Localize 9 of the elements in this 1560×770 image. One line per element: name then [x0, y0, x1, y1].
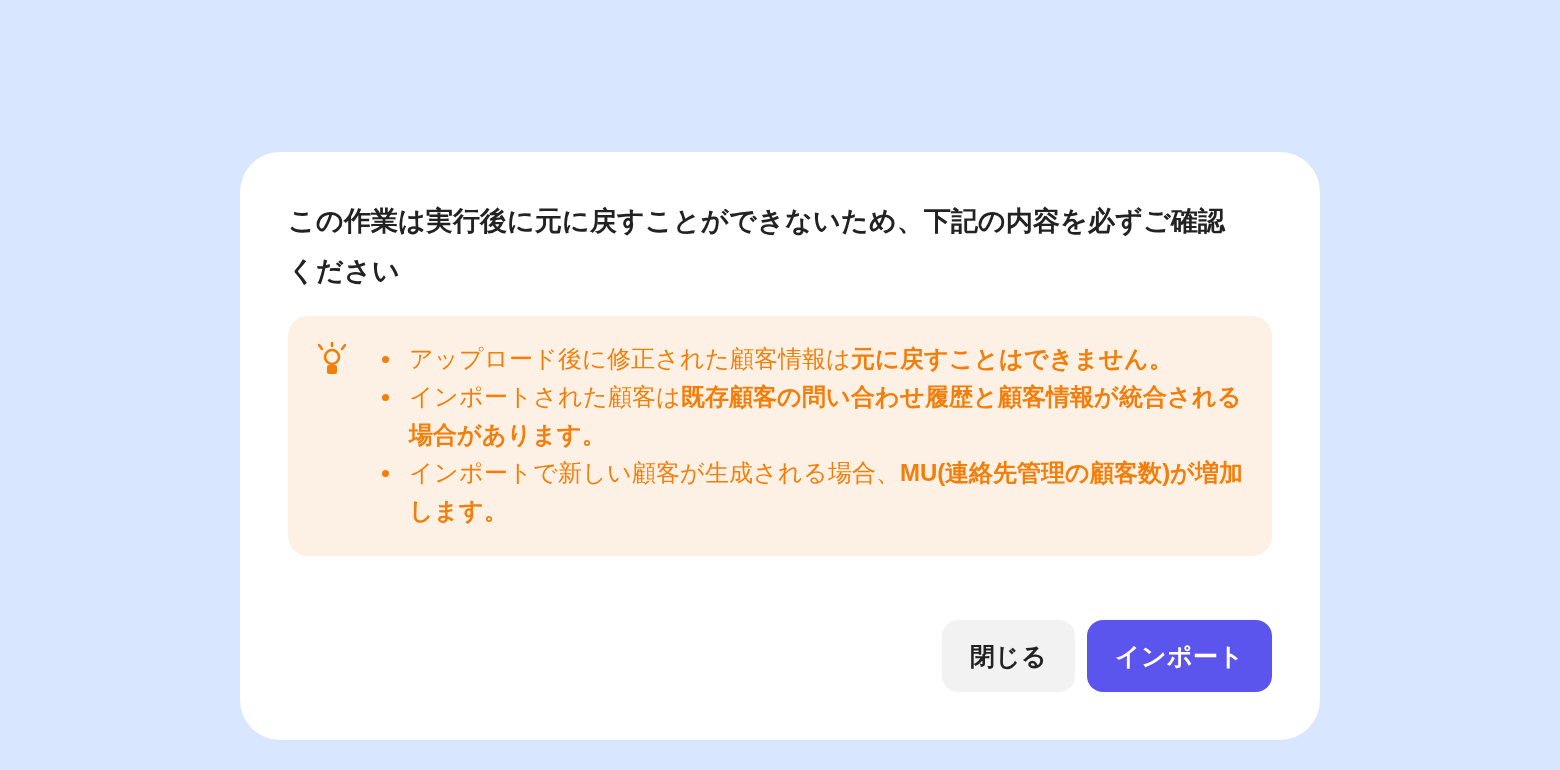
bullet-dot — [382, 356, 389, 363]
dialog-title: この作業は実行後に元に戻すことができないため、下記の内容を必ずご確認ください — [288, 205, 1227, 288]
bullet-dot — [382, 470, 389, 477]
notice-text: インポートで新しい顧客が生成される場合、MU(連絡先管理の顧客数)が増加します。 — [409, 458, 1245, 526]
import-button[interactable]: インポート — [1087, 620, 1272, 692]
notice-text: アップロード後に修正された顧客情報は元に戻すことはできません。 — [409, 344, 1173, 374]
close-button[interactable]: 閉じる — [942, 620, 1075, 692]
bullet-dot — [382, 394, 389, 401]
notice-text: インポートされた顧客は既存顧客の問い合わせ履歴と顧客情報が統合される場合があります。 — [409, 382, 1243, 450]
